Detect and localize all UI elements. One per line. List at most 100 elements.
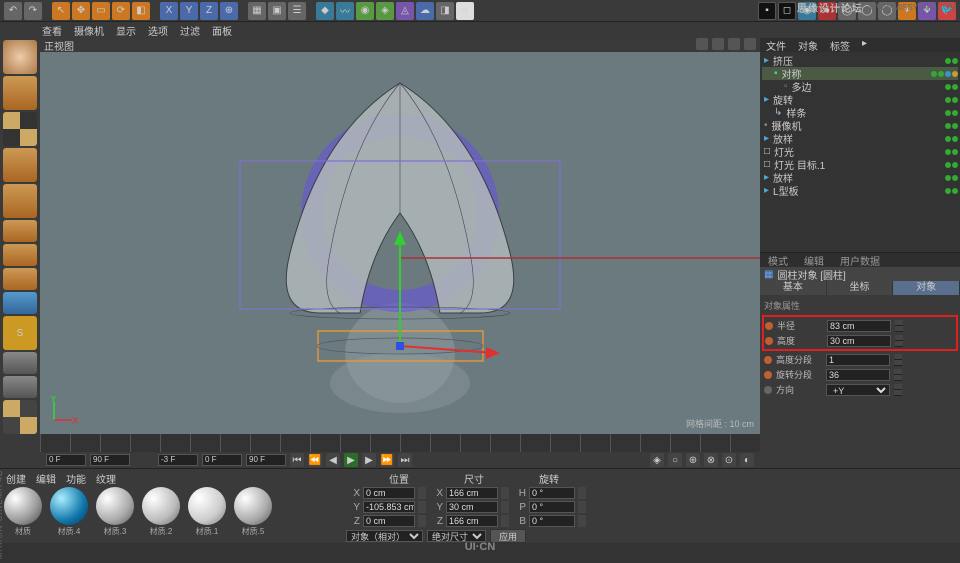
material-item[interactable]: 材质.1 [186, 487, 228, 537]
autokey-icon[interactable]: ○ [668, 453, 682, 467]
subtab-basic[interactable]: 基本 [760, 281, 827, 295]
mat-tab-edit[interactable]: 编辑 [36, 471, 56, 485]
attr-tab-userdata[interactable]: 用户数据 [832, 253, 888, 267]
tab-tags[interactable]: 标签 [824, 38, 856, 52]
frame-start-field[interactable]: 0 F [46, 454, 86, 466]
frame-cur-field[interactable]: 0 F [202, 454, 242, 466]
spinner-icon[interactable] [894, 384, 902, 396]
menu-display[interactable]: 显示 [116, 23, 136, 38]
redo-icon[interactable]: ↷ [24, 2, 42, 20]
spinner-icon[interactable] [895, 320, 903, 332]
attr-tab-mode[interactable]: 模式 [760, 253, 796, 267]
coord-input[interactable] [529, 515, 575, 527]
coord-input[interactable] [529, 487, 575, 499]
spinner-icon[interactable] [501, 487, 509, 499]
menu-view[interactable]: 查看 [42, 23, 62, 38]
recent-tool-icon[interactable]: ◧ [132, 2, 150, 20]
spinner-icon[interactable] [578, 501, 586, 513]
key-rec-icon[interactable]: ◈ [650, 453, 664, 467]
next-key-icon[interactable]: ⏩ [380, 453, 394, 467]
menu-options[interactable]: 选项 [148, 23, 168, 38]
layout-1-icon[interactable]: ▪ [758, 2, 776, 20]
goto-end-icon[interactable]: ⏭ [398, 453, 412, 467]
viewport-3d[interactable]: YX 网格间距 : 10 cm [40, 52, 760, 434]
vp-nav-2-icon[interactable] [712, 38, 724, 50]
vp-nav-3-icon[interactable] [728, 38, 740, 50]
key-p-icon[interactable]: ⊕ [686, 453, 700, 467]
checker-icon[interactable] [3, 400, 37, 434]
poly-mode-icon[interactable] [3, 268, 37, 290]
coord-tab-pos[interactable]: 位置 [370, 471, 428, 485]
mat-tab-func[interactable]: 功能 [66, 471, 86, 485]
world-axis-icon[interactable]: ⊕ [220, 2, 238, 20]
attr-input[interactable] [827, 320, 891, 332]
menu-panel[interactable]: 面板 [212, 23, 232, 38]
tab-objects[interactable]: 对象 [792, 38, 824, 52]
snap-s-icon[interactable]: S [3, 316, 37, 350]
undo-icon[interactable]: ↶ [4, 2, 22, 20]
coord-input[interactable] [446, 487, 498, 499]
model-mode-icon[interactable] [3, 148, 37, 182]
point-mode-icon[interactable] [3, 220, 37, 242]
vp-nav-4-icon[interactable] [744, 38, 756, 50]
mat-tab-create[interactable]: 创建 [6, 471, 26, 485]
next-frame-icon[interactable]: ▶ [362, 453, 376, 467]
deformer-icon[interactable]: ◬ [396, 2, 414, 20]
material-item[interactable]: 材质.2 [140, 487, 182, 537]
environment-icon[interactable]: ☁ [416, 2, 434, 20]
goto-start-icon[interactable]: ⏮ [290, 453, 304, 467]
render-settings-icon[interactable]: ☰ [288, 2, 306, 20]
attr-input[interactable] [827, 335, 891, 347]
coord-input[interactable] [363, 487, 415, 499]
spinner-icon[interactable] [418, 487, 426, 499]
snap-settings-icon[interactable] [3, 352, 37, 374]
render-view-icon[interactable]: ▦ [248, 2, 266, 20]
coord-input[interactable] [446, 515, 498, 527]
timeline-ruler[interactable] [40, 434, 760, 452]
attr-select[interactable]: +Y [826, 384, 890, 396]
coord-tab-size[interactable]: 尺寸 [438, 471, 510, 485]
object-hierarchy[interactable]: ▸挤压▪对称▫多边▸旋转↳样条•摄像机▸放样□灯光□灯光 目标.1▸放样▸L型板 [760, 52, 960, 252]
mat-tab-tex[interactable]: 纹理 [96, 471, 116, 485]
make-editable-icon[interactable] [3, 76, 37, 110]
spinner-icon[interactable] [501, 515, 509, 527]
coord-input[interactable] [363, 515, 415, 527]
material-item[interactable]: 材质.4 [48, 487, 90, 537]
light-icon[interactable]: ☼ [456, 2, 474, 20]
spinner-icon[interactable] [894, 369, 902, 381]
layout-2-icon[interactable]: ◻ [778, 2, 796, 20]
spinner-icon[interactable] [894, 354, 902, 366]
edge-mode-icon[interactable] [3, 244, 37, 266]
spinner-icon[interactable] [418, 501, 426, 513]
attr-input[interactable] [826, 354, 890, 366]
spinner-icon[interactable] [578, 515, 586, 527]
camera-icon[interactable]: ◨ [436, 2, 454, 20]
spinner-icon[interactable] [501, 501, 509, 513]
attr-tab-edit[interactable]: 编辑 [796, 253, 832, 267]
workplane-icon[interactable] [3, 376, 37, 398]
x-axis-icon[interactable]: X [160, 2, 178, 20]
hierarchy-item[interactable]: ▸L型板 [762, 184, 958, 197]
model-head-icon[interactable] [3, 40, 37, 74]
attr-input[interactable] [826, 369, 890, 381]
play-icon[interactable]: ▶ [344, 453, 358, 467]
coord-tab-rot[interactable]: 旋转 [520, 471, 578, 485]
scale-tool-icon[interactable]: ▭ [92, 2, 110, 20]
spinner-icon[interactable] [578, 487, 586, 499]
render-region-icon[interactable]: ▣ [268, 2, 286, 20]
subtab-object[interactable]: 对象 [893, 281, 960, 295]
menu-camera[interactable]: 摄像机 [74, 23, 104, 38]
z-axis-icon[interactable]: Z [200, 2, 218, 20]
prev-frame-icon[interactable]: ◀ [326, 453, 340, 467]
frame-end-field[interactable]: 90 F [90, 454, 130, 466]
coord-input[interactable] [363, 501, 415, 513]
coord-input[interactable] [446, 501, 498, 513]
rotate-tool-icon[interactable]: ⟳ [112, 2, 130, 20]
spline-icon[interactable]: 〰 [336, 2, 354, 20]
tab-file[interactable]: 文件 [760, 38, 792, 52]
spinner-icon[interactable] [418, 515, 426, 527]
material-item[interactable]: 材质 [2, 487, 44, 537]
spinner-icon[interactable] [895, 335, 903, 347]
coord-mode-select[interactable]: 对象（相对） [346, 530, 423, 542]
generator-icon[interactable]: ◈ [376, 2, 394, 20]
